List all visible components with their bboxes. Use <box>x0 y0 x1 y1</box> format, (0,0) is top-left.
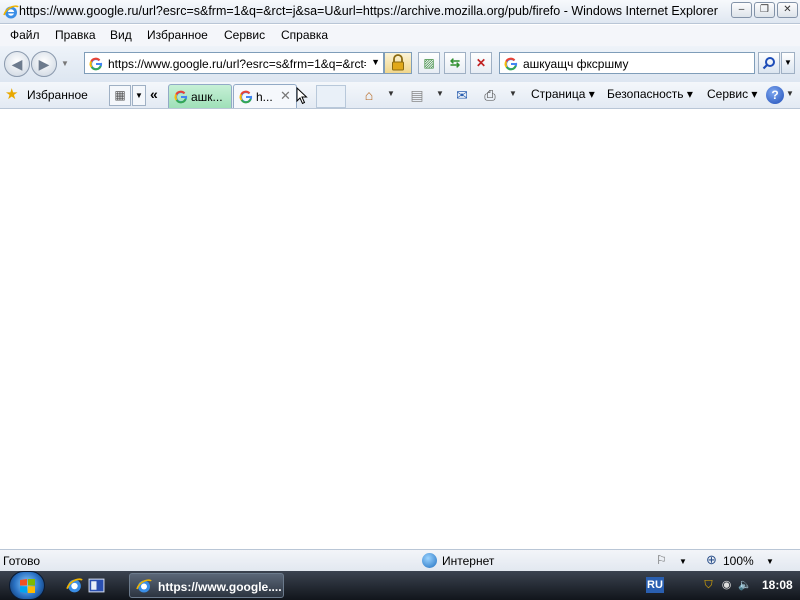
menu-bar: Файл Правка Вид Избранное Сервис Справка <box>0 25 800 46</box>
tools-menu-button[interactable]: Сервис ▾ <box>707 87 757 101</box>
google-favicon-icon <box>239 90 253 104</box>
google-favicon-icon <box>89 57 103 71</box>
start-button[interactable] <box>9 571 45 600</box>
internet-explorer-icon <box>3 5 19 19</box>
address-url: https://www.google.ru/url?esrc=s&frm=1&q… <box>108 57 366 71</box>
compat-view-icon: ▨ <box>423 56 435 70</box>
forward-arrow-icon: ▶ <box>38 56 50 72</box>
zoom-level[interactable]: 100% <box>723 554 754 568</box>
help-dropdown[interactable]: ▼ <box>786 89 794 98</box>
address-bar[interactable]: https://www.google.ru/url?esrc=s&frm=1&q… <box>84 52 384 74</box>
close-tab-icon[interactable]: ✕ <box>280 88 291 104</box>
new-tab-button[interactable] <box>316 85 346 108</box>
google-favicon-icon <box>174 90 188 104</box>
menu-edit[interactable]: Правка <box>55 28 96 42</box>
compatibility-view-button[interactable]: ▨ <box>418 52 440 74</box>
show-desktop-icon[interactable] <box>88 577 105 594</box>
recent-pages-dropdown[interactable]: ▼ <box>61 59 69 68</box>
menu-view[interactable]: Вид <box>110 28 132 42</box>
tab-2[interactable]: h... ✕ <box>233 84 297 108</box>
quick-tabs-button[interactable]: ▦ <box>109 85 131 106</box>
mouse-cursor-icon <box>296 87 308 105</box>
address-row: ◀ ▶ ▼ https://www.google.ru/url?esrc=s&f… <box>0 46 800 82</box>
security-zone: Интернет <box>442 554 495 568</box>
search-button[interactable] <box>758 52 780 74</box>
taskbar-task-label: https://www.google.... <box>158 580 282 594</box>
search-query: ашкуащч фкcршму <box>523 57 629 71</box>
safety-menu-button[interactable]: Безопасность ▾ <box>607 87 693 101</box>
window-title: https://www.google.ru/url?esrc=s&frm=1&q… <box>19 4 718 18</box>
tab-2-label: h... <box>256 90 273 104</box>
minimize-button[interactable]: – <box>731 2 752 18</box>
address-dropdown-icon[interactable]: ▼ <box>371 57 380 67</box>
ie-quicklaunch-icon[interactable] <box>66 577 83 594</box>
taskbar: https://www.google.... RU ⛉ ◉ 🔈 18:08 <box>0 571 800 600</box>
home-dropdown[interactable]: ▼ <box>387 89 395 98</box>
tools-menu-label: Сервис <box>707 87 749 101</box>
star-icon: ★ <box>5 86 19 103</box>
menu-file[interactable]: Файл <box>10 28 40 42</box>
back-button[interactable]: ◀ <box>4 51 30 77</box>
feeds-dropdown[interactable]: ▼ <box>436 89 444 98</box>
magnifier-icon <box>762 57 775 70</box>
tab-command-row: ★ Избранное ▦ ▼ « ашк... h... ✕ ⌂ ▼ ▤ ▼ … <box>0 82 800 109</box>
tab-list-dropdown[interactable]: ▼ <box>132 85 146 106</box>
security-lock-button[interactable] <box>384 52 412 74</box>
forward-button[interactable]: ▶ <box>31 51 57 77</box>
internet-explorer-icon <box>136 579 152 593</box>
safety-menu-label: Безопасность <box>607 87 684 101</box>
search-options-dropdown[interactable]: ▼ <box>781 52 795 74</box>
menu-help[interactable]: Справка <box>281 28 328 42</box>
status-text: Готово <box>3 554 41 568</box>
print-dropdown[interactable]: ▼ <box>509 89 517 98</box>
read-mail-icon[interactable]: ✉ <box>452 85 472 105</box>
help-icon[interactable]: ? <box>766 86 784 104</box>
favorites-label: Избранное <box>27 88 88 102</box>
page-content[interactable] <box>0 110 800 549</box>
grid-icon: ▦ <box>114 88 126 102</box>
close-button[interactable]: ✕ <box>777 2 798 18</box>
protected-mode-dropdown[interactable]: ▼ <box>679 557 687 566</box>
search-box[interactable]: ашкуащч фкcршму <box>499 52 755 74</box>
globe-icon <box>422 553 437 568</box>
back-arrow-icon: ◀ <box>11 56 23 72</box>
stop-button[interactable]: ✕ <box>470 52 492 74</box>
refresh-icon: ⇆ <box>449 56 461 70</box>
language-indicator[interactable]: RU <box>646 577 664 593</box>
menu-tools[interactable]: Сервис <box>224 28 265 42</box>
page-menu-button[interactable]: Страница ▾ <box>531 87 595 101</box>
volume-icon[interactable]: 🔈 <box>738 578 752 592</box>
taskbar-ie-window[interactable]: https://www.google.... <box>129 573 284 598</box>
rss-feeds-icon[interactable]: ▤ <box>407 85 427 105</box>
windows-logo-icon <box>20 579 35 593</box>
protected-mode-icon[interactable]: ⚐ <box>656 553 667 567</box>
security-shield-icon[interactable]: ⛉ <box>702 578 715 592</box>
page-menu-label: Страница <box>531 87 586 101</box>
google-search-provider-icon <box>504 57 518 71</box>
menu-favorites[interactable]: Избранное <box>147 28 208 42</box>
maximize-button[interactable]: ❐ <box>754 2 775 18</box>
network-icon[interactable]: ◉ <box>720 578 733 592</box>
tab-scroll-left-button[interactable]: « <box>150 86 158 102</box>
tab-1[interactable]: ашк... <box>168 84 232 108</box>
zoom-dropdown[interactable]: ▼ <box>766 557 774 566</box>
clock[interactable]: 18:08 <box>762 578 793 592</box>
tab-1-label: ашк... <box>191 90 223 104</box>
zoom-icon[interactable]: ⊕ <box>706 552 717 568</box>
lock-icon <box>392 54 404 71</box>
status-bar: Готово Интернет ⚐ ▼ ⊕ 100% ▼ <box>0 549 800 571</box>
refresh-button[interactable]: ⇆ <box>444 52 466 74</box>
stop-icon: ✕ <box>475 56 487 70</box>
title-bar: https://www.google.ru/url?esrc=s&frm=1&q… <box>0 0 800 24</box>
home-icon[interactable]: ⌂ <box>359 85 379 105</box>
print-icon[interactable]: ⎙ <box>480 85 500 105</box>
